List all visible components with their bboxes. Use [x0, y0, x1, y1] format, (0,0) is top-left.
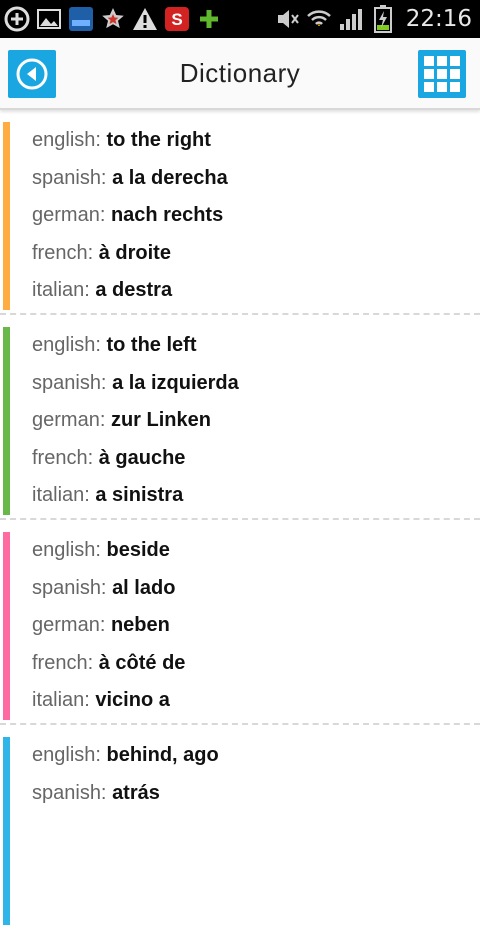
translation-word: à droite — [98, 242, 171, 264]
language-label: english: — [32, 334, 101, 356]
language-label: english: — [32, 744, 101, 766]
translation-word: beside — [106, 539, 170, 561]
language-label: german: — [32, 204, 106, 226]
translation-word: neben — [110, 614, 170, 636]
language-label: spanish: — [32, 577, 107, 599]
grid-menu-button[interactable] — [418, 50, 466, 98]
translation-row: german: neben — [32, 610, 170, 640]
translation-word: to the left — [106, 334, 197, 356]
wifi-icon — [306, 6, 332, 32]
language-label: italian: — [32, 484, 90, 506]
language-label: german: — [32, 614, 106, 636]
translation-word: a la derecha — [112, 167, 228, 189]
signal-icon — [338, 6, 364, 32]
dictionary-entry[interactable]: english: behind, ago spanish: atrás — [0, 725, 480, 930]
dictionary-list: english: to the right spanish: a la dere… — [0, 110, 480, 930]
translation-row: english: to the left — [32, 330, 197, 360]
svg-text:S: S — [171, 10, 182, 29]
translation-row: spanish: a la derecha — [32, 163, 228, 193]
translation-row: spanish: a la izquierda — [32, 368, 239, 398]
entry-color-bar — [3, 532, 10, 720]
add-icon — [4, 6, 30, 32]
entry-color-bar — [3, 737, 10, 925]
language-label: french: — [32, 447, 94, 469]
battery-icon — [370, 5, 396, 33]
language-label: spanish: — [32, 782, 107, 804]
warning-icon — [132, 6, 158, 32]
translation-row: english: beside — [32, 535, 170, 565]
system-icons: 22:16 — [274, 3, 472, 35]
translation-row: french: à gauche — [32, 443, 185, 473]
dictionary-entry[interactable]: english: to the right spanish: a la dere… — [0, 110, 480, 315]
back-arrow-icon — [16, 58, 48, 90]
star-icon — [100, 6, 126, 32]
language-label: french: — [32, 652, 94, 674]
translation-word: al lado — [112, 577, 176, 599]
translation-row: french: à côté de — [32, 648, 185, 678]
translation-row: french: à droite — [32, 238, 171, 268]
translation-word: zur Linken — [110, 409, 211, 431]
translation-word: to the right — [106, 129, 211, 151]
image-icon — [36, 6, 62, 32]
language-label: spanish: — [32, 372, 107, 394]
language-label: italian: — [32, 689, 90, 711]
translation-word: à gauche — [98, 447, 186, 469]
language-label: spanish: — [32, 167, 107, 189]
translation-word: behind, ago — [106, 744, 219, 766]
back-button[interactable] — [8, 50, 56, 98]
translation-row: english: behind, ago — [32, 740, 219, 770]
translation-word: atrás — [112, 782, 160, 804]
language-label: french: — [32, 242, 94, 264]
translation-word: a la izquierda — [112, 372, 239, 394]
language-label: english: — [32, 539, 101, 561]
page-title: Dictionary — [179, 58, 301, 88]
translation-word: a destra — [95, 279, 173, 301]
translation-row: spanish: al lado — [32, 573, 175, 603]
mute-icon — [274, 6, 300, 32]
clock: 22:16 — [405, 6, 472, 32]
language-label: english: — [32, 129, 101, 151]
translation-row: german: nach rechts — [32, 200, 223, 230]
translation-row: german: zur Linken — [32, 405, 211, 435]
plus-icon — [196, 6, 222, 32]
translation-word: nach rechts — [110, 204, 224, 226]
translation-word: a sinistra — [95, 484, 184, 506]
s-app-icon: S — [164, 6, 190, 32]
app-bar: Dictionary — [0, 38, 480, 110]
entry-color-bar — [3, 327, 10, 515]
translation-row: english: to the right — [32, 125, 211, 155]
status-bar: S 22:16 — [0, 0, 480, 38]
translation-word: vicino a — [95, 689, 170, 711]
notification-icons: S — [4, 3, 222, 35]
entry-color-bar — [3, 122, 10, 310]
dictionary-entry[interactable]: english: beside spanish: al lado german:… — [0, 520, 480, 725]
translation-row: italian: a destra — [32, 275, 172, 305]
translation-row: italian: a sinistra — [32, 480, 183, 510]
grid-icon — [424, 56, 460, 92]
language-label: german: — [32, 409, 106, 431]
app-icon — [68, 6, 94, 32]
translation-row: spanish: atrás — [32, 778, 160, 808]
dictionary-entry[interactable]: english: to the left spanish: a la izqui… — [0, 315, 480, 520]
translation-row: italian: vicino a — [32, 685, 170, 715]
translation-word: à côté de — [98, 652, 186, 674]
language-label: italian: — [32, 279, 90, 301]
